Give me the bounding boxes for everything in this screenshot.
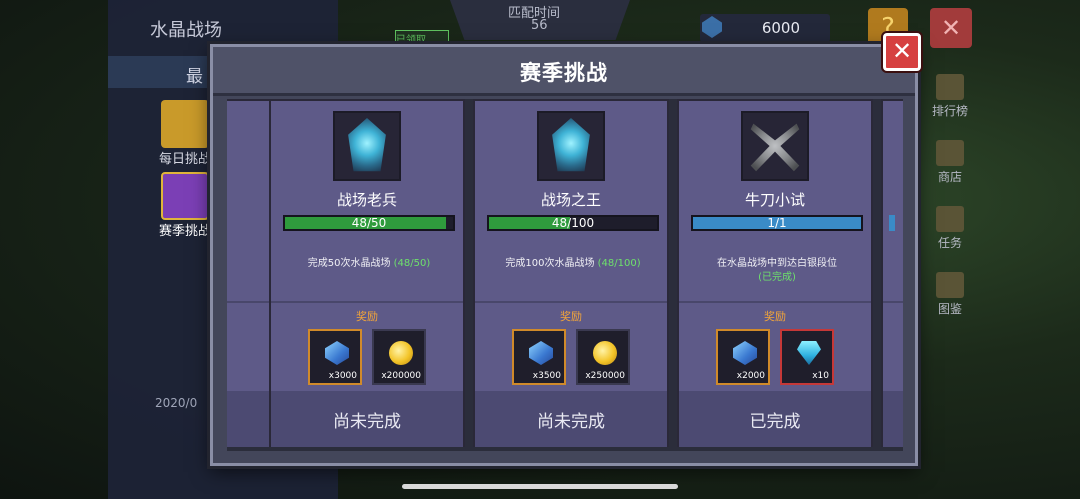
nav-shop-label: 商店 xyxy=(937,170,962,184)
book-icon xyxy=(936,272,964,298)
gem-icon xyxy=(325,341,349,365)
reward-row: x3500 x250000 xyxy=(475,329,667,385)
reward-label: 奖励 xyxy=(356,310,378,323)
reward-row: x2000 x10 xyxy=(679,329,871,385)
challenge-desc: 完成100次水晶战场 (48/100) xyxy=(481,257,665,271)
tab-season-label: 赛季挑战 xyxy=(158,224,211,239)
reward-qty: x2000 xyxy=(736,371,765,381)
modal-title: 赛季挑战 xyxy=(520,61,608,85)
challenge-card[interactable]: 牛刀小试 1/1 在水晶战场中到达白银段位 (已完成) 奖励 x2000 x10 xyxy=(677,99,873,447)
reward-slot[interactable]: x2000 xyxy=(716,329,770,385)
background-bar-text: 最 xyxy=(186,67,203,87)
desc-completed: (已完成) xyxy=(758,272,796,283)
challenge-desc: 完成50次水晶战场 (48/50) xyxy=(277,257,461,271)
progress-bar: 1/1 xyxy=(691,215,863,231)
hammer-icon xyxy=(161,100,209,148)
gem-icon xyxy=(733,341,757,365)
badge-icon xyxy=(161,172,209,220)
reward-row: x3000 x200000 xyxy=(271,329,463,385)
match-time-value: 56 xyxy=(531,18,548,33)
nav-codex[interactable]: 图鉴 xyxy=(920,272,980,317)
challenge-title: 战场老兵 xyxy=(336,191,397,209)
divider xyxy=(679,301,871,303)
challenge-list[interactable]: 物 战场老兵 48/50 完成50次水晶战场 (48/50) 奖励 x3000 xyxy=(227,99,903,451)
progress-text: 1/1 xyxy=(767,216,787,230)
tab-daily-label: 每日挑战 xyxy=(158,152,211,167)
challenge-card[interactable]: 战场老兵 48/50 完成50次水晶战场 (48/50) 奖励 x3000 x2… xyxy=(269,99,465,447)
season-challenge-modal: 赛季挑战 ✕ 物 战场老兵 48/50 完成50次水晶战场 (48/50) 奖励 xyxy=(210,33,921,466)
reward-qty: x3000 xyxy=(328,371,357,381)
challenge-status: 已完成 xyxy=(749,412,801,432)
gem-icon xyxy=(529,341,553,365)
reward-qty: x3500 xyxy=(532,371,561,381)
coin-icon xyxy=(389,341,413,365)
reward-slot[interactable]: x200000 xyxy=(372,329,426,385)
coin-icon xyxy=(593,341,617,365)
progress-bar xyxy=(889,215,895,231)
nav-tasks-label: 任务 xyxy=(937,236,962,250)
challenge-title: 牛刀小试 xyxy=(744,191,805,209)
nav-codex-label: 图鉴 xyxy=(937,302,962,316)
desc-main: 在水晶战场中到达白银段位 xyxy=(717,258,837,269)
challenge-title: 战场之王 xyxy=(540,191,601,209)
crystal-badge-icon xyxy=(537,111,605,181)
reward-label: 奖励 xyxy=(764,310,786,323)
reward-qty: x200000 xyxy=(381,371,421,381)
close-button[interactable]: ✕ xyxy=(883,33,921,71)
scroll-icon xyxy=(936,206,964,232)
challenge-status: 尚未完成 xyxy=(333,412,401,432)
nav-tasks[interactable]: 任务 xyxy=(920,206,980,251)
nav-leaderboard-label: 排行榜 xyxy=(931,104,968,118)
home-indicator[interactable] xyxy=(402,484,678,489)
reward-slot[interactable]: x250000 xyxy=(576,329,630,385)
challenge-desc: 在水晶战场中到达白银段位 (已完成) xyxy=(685,257,869,285)
desc-main: 完成100次水晶战场 xyxy=(505,258,598,269)
crystal-badge-icon xyxy=(333,111,401,181)
trophy-icon xyxy=(936,74,964,100)
desc-progress: (48/50) xyxy=(393,258,431,269)
nav-shop[interactable]: 商店 xyxy=(920,140,980,185)
reward-qty: x10 xyxy=(812,371,829,381)
progress-text: 48/50 xyxy=(351,216,387,230)
divider xyxy=(271,301,463,303)
challenge-card[interactable]: 战场之王 48/100 完成100次水晶战场 (48/100) 奖励 x3500… xyxy=(473,99,669,447)
shop-icon xyxy=(936,140,964,166)
currency-value: 6000 xyxy=(761,19,800,37)
arena-title: 水晶战场 xyxy=(150,20,222,41)
divider xyxy=(883,301,903,303)
challenge-status: 尚未完成 xyxy=(537,412,605,432)
background-date: 2020/0 xyxy=(155,396,198,410)
nav-leaderboard[interactable]: 排行榜 xyxy=(920,74,980,119)
card-footer xyxy=(883,391,903,447)
progress-bar: 48/100 xyxy=(487,215,659,231)
desc-main: 完成50次水晶战场 xyxy=(307,258,394,269)
background-close-button[interactable]: ✕ xyxy=(930,8,972,48)
crystal-currency-icon xyxy=(702,16,722,38)
reward-slot[interactable]: x10 xyxy=(780,329,834,385)
divider xyxy=(475,301,667,303)
reward-slot[interactable]: x3500 xyxy=(512,329,566,385)
desc-progress: (48/100) xyxy=(597,258,641,269)
progress-text: 48/100 xyxy=(551,216,595,230)
challenge-card-partial[interactable] xyxy=(881,99,903,447)
reward-slot[interactable]: x3000 xyxy=(308,329,362,385)
reward-label: 奖励 xyxy=(560,310,582,323)
currency-display: 6000 xyxy=(700,14,830,42)
swords-badge-icon xyxy=(741,111,809,181)
reward-qty: x250000 xyxy=(585,371,625,381)
modal-header: 赛季挑战 xyxy=(213,47,915,96)
progress-bar: 48/50 xyxy=(283,215,455,231)
diamond-icon xyxy=(797,341,821,365)
